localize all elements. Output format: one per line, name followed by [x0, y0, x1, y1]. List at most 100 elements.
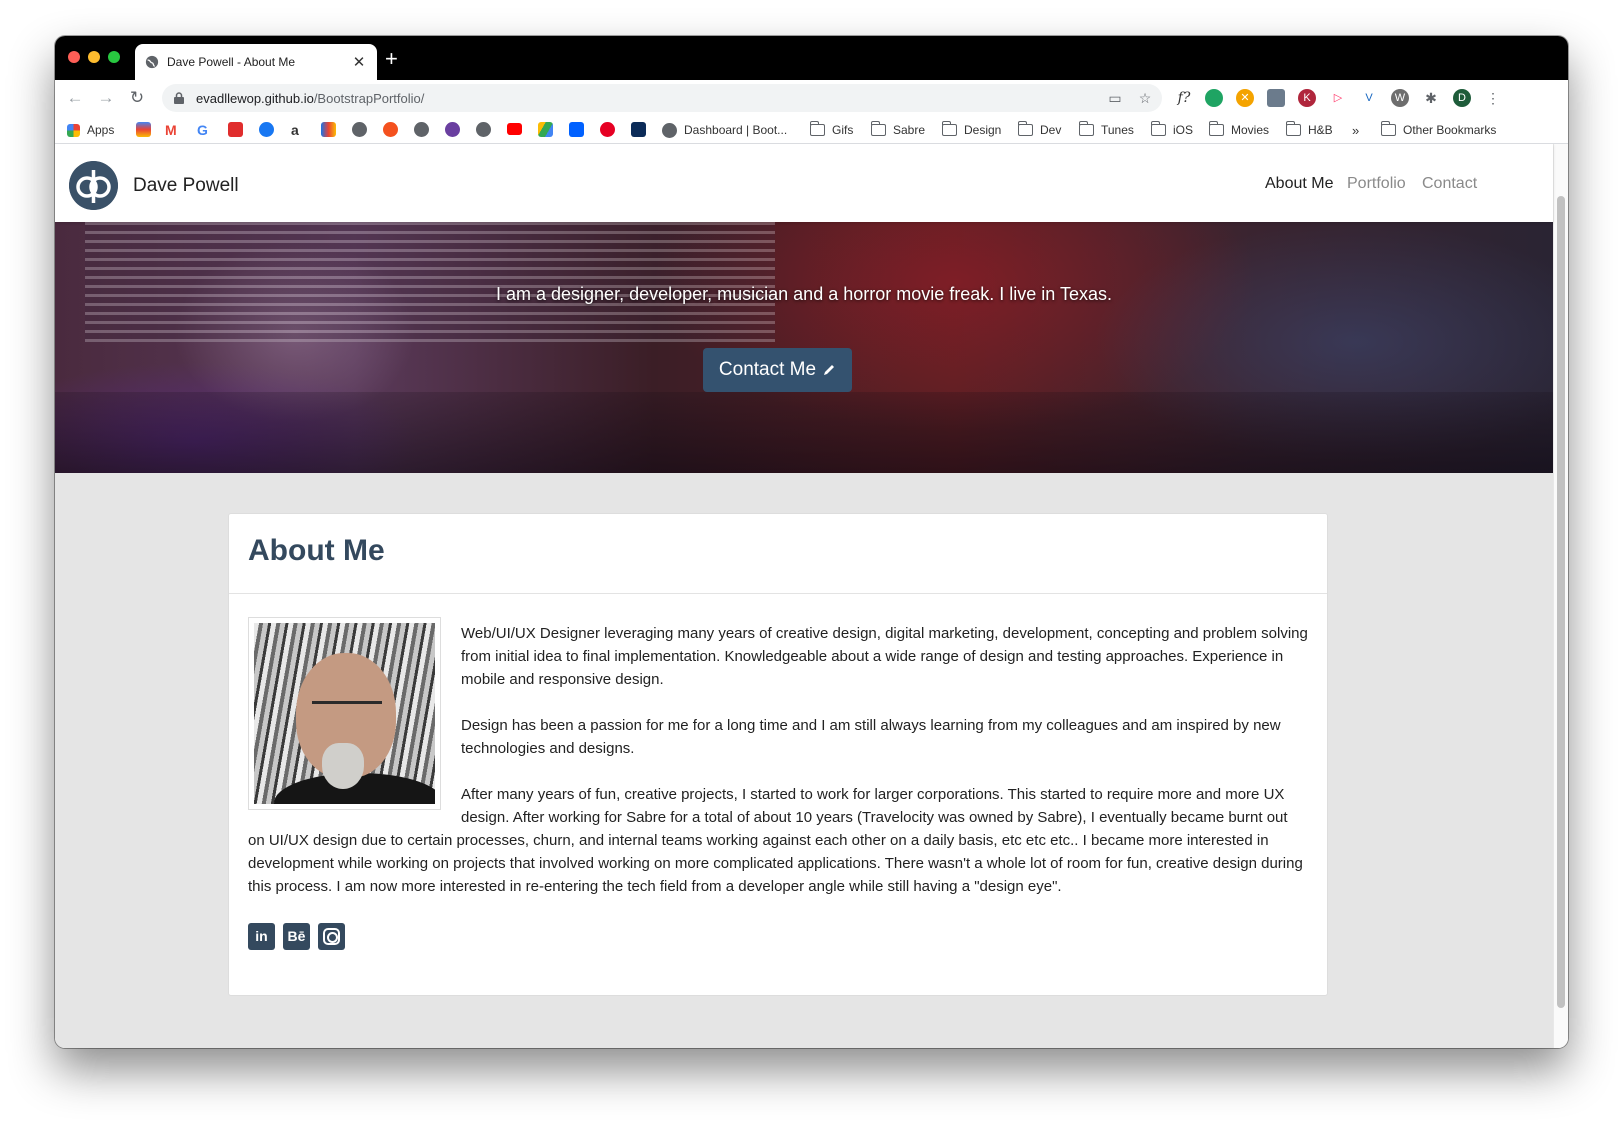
profile-photo-image — [254, 623, 435, 804]
linkedin-icon[interactable]: in — [248, 923, 275, 950]
globe-bookmark-icon[interactable] — [352, 122, 367, 137]
bookmark-label: Dev — [1040, 123, 1062, 137]
reload-icon[interactable]: ↻ — [126, 87, 148, 109]
nav-portfolio[interactable]: Portfolio — [1347, 175, 1406, 193]
nav-contact[interactable]: Contact — [1422, 175, 1477, 193]
bookmark-label: Dashboard | Boot... — [684, 123, 788, 137]
amazon-icon[interactable]: a — [291, 121, 299, 139]
address-bar[interactable]: evadllewop.github.io/BootstrapPortfolio/… — [162, 84, 1162, 112]
scrollbar-thumb[interactable] — [1557, 196, 1565, 1008]
folder-icon — [941, 121, 957, 136]
bookmark-apps[interactable]: Apps — [67, 121, 114, 139]
globe-icon — [662, 122, 677, 138]
bookmark-folder-hb[interactable]: H&B — [1285, 121, 1333, 139]
bookmark-folder-dev[interactable]: Dev — [1017, 121, 1062, 139]
pinterest-icon[interactable] — [600, 122, 615, 137]
bookmark-folder-sabre[interactable]: Sabre — [870, 121, 926, 139]
photo-brow — [312, 701, 382, 711]
about-title: About Me — [248, 534, 385, 567]
v-extension-icon[interactable]: V — [1360, 89, 1378, 107]
bookmark-folder-movies[interactable]: Movies — [1208, 121, 1270, 139]
page-viewport: Dave Powell About Me Portfolio Contact I… — [55, 144, 1568, 1048]
instagram-icon[interactable] — [318, 923, 345, 950]
nav-about-me[interactable]: About Me — [1265, 175, 1333, 193]
instagram-glyph — [323, 928, 340, 945]
about-card: About Me Web/UI/UX Designer leveraging m… — [228, 513, 1328, 996]
evernote-extension-icon[interactable] — [1205, 89, 1223, 107]
music-bookmark-icon[interactable] — [383, 122, 398, 137]
browser-tab[interactable]: Dave Powell - About Me ✕ — [135, 44, 377, 80]
folder-icon — [870, 121, 886, 136]
menu-icon[interactable]: ⋮ — [1484, 89, 1502, 107]
youtube-icon[interactable] — [507, 123, 522, 135]
url-host: evadllewop.github.io — [196, 90, 314, 106]
drive-icon[interactable] — [538, 122, 553, 137]
apps-grid-icon — [67, 123, 80, 137]
about-card-body: Web/UI/UX Designer leveraging many years… — [229, 594, 1327, 950]
wordpress-extension-icon[interactable]: W — [1391, 89, 1409, 107]
shopping-icon[interactable] — [321, 122, 336, 137]
forward-icon[interactable]: → — [95, 87, 117, 109]
bookmark-folder-gifs[interactable]: Gifs — [809, 121, 854, 139]
bookmark-label: Movies — [1231, 123, 1270, 137]
peace-icon[interactable] — [445, 122, 460, 137]
folder-icon — [1017, 121, 1033, 136]
hero-tagline: I am a designer, developer, musician and… — [496, 284, 1112, 304]
bookmark-folder-ios[interactable]: iOS — [1150, 121, 1194, 139]
new-tab-button[interactable]: + — [385, 48, 398, 70]
bookmarks-bar: Apps M G a Dashboard | Boot... Gifs Sabr… — [55, 116, 1568, 144]
hero-background-shade — [55, 392, 1553, 473]
site-brand[interactable]: Dave Powell — [133, 175, 239, 197]
bookmark-folder-other[interactable]: Other Bookmarks — [1380, 121, 1497, 139]
tab-close-icon[interactable]: ✕ — [351, 53, 367, 71]
dropbox-icon[interactable] — [569, 122, 584, 137]
bookmark-label: Design — [964, 123, 1002, 137]
folder-icon — [1285, 121, 1301, 136]
star-icon[interactable]: ☆ — [1137, 90, 1153, 106]
dp-logo-icon[interactable] — [69, 161, 118, 210]
bookmark-label: Sabre — [893, 123, 926, 137]
bookmark-dashboard[interactable]: Dashboard | Boot... — [662, 121, 787, 139]
maximize-window-button[interactable] — [108, 51, 120, 63]
a-bookmark-icon[interactable] — [631, 122, 646, 137]
globe-icon — [145, 55, 159, 69]
url-path: /BootstrapPortfolio/ — [313, 90, 425, 106]
bookmark-folder-tunes[interactable]: Tunes — [1078, 121, 1134, 139]
flipboard-icon[interactable] — [228, 122, 243, 137]
site-navbar: Dave Powell About Me Portfolio Contact — [55, 144, 1553, 222]
globe-bookmark-icon[interactable] — [476, 122, 491, 137]
x-extension-icon[interactable]: ✕ — [1236, 89, 1254, 107]
puzzle-icon[interactable]: ✱ — [1422, 89, 1440, 107]
cast-icon[interactable]: ▭ — [1107, 90, 1123, 106]
bookmark-label: H&B — [1308, 123, 1333, 137]
bookmark-label: iOS — [1173, 123, 1194, 137]
folder-icon — [809, 121, 825, 136]
google-icon[interactable]: G — [197, 121, 208, 139]
contact-me-button[interactable]: Contact Me — [703, 348, 852, 392]
bookmark-label: Tunes — [1101, 123, 1134, 137]
bookmarks-overflow-icon[interactable]: » — [1352, 121, 1359, 139]
page-scrollbar[interactable] — [1553, 144, 1568, 1048]
photo-beard — [322, 743, 364, 789]
profile-photo — [248, 617, 441, 810]
gmail-icon[interactable]: M — [165, 121, 177, 139]
back-icon[interactable]: ← — [64, 87, 86, 109]
hero-banner: I am a designer, developer, musician and… — [55, 222, 1553, 473]
profile-avatar[interactable]: D — [1453, 89, 1471, 107]
bookmark-label: Other Bookmarks — [1403, 123, 1497, 137]
tool-extension-icon[interactable] — [1267, 89, 1285, 107]
tab-title: Dave Powell - About Me — [167, 55, 296, 69]
minimize-window-button[interactable] — [88, 51, 100, 63]
behance-icon[interactable]: Bē — [283, 923, 310, 950]
arrow-extension-icon[interactable]: ▷ — [1329, 89, 1347, 107]
social-links: in Bē — [248, 921, 1308, 950]
facebook-icon[interactable] — [259, 122, 274, 137]
globe-bookmark-icon[interactable] — [414, 122, 429, 137]
rainbow-bookmark-icon[interactable] — [136, 122, 151, 137]
folder-icon — [1380, 121, 1396, 136]
formula-extension-icon[interactable]: f? — [1175, 89, 1193, 107]
bookmark-label: Gifs — [832, 123, 854, 137]
bookmark-folder-design[interactable]: Design — [941, 121, 1002, 139]
k-extension-icon[interactable]: K — [1298, 89, 1316, 107]
close-window-button[interactable] — [68, 51, 80, 63]
